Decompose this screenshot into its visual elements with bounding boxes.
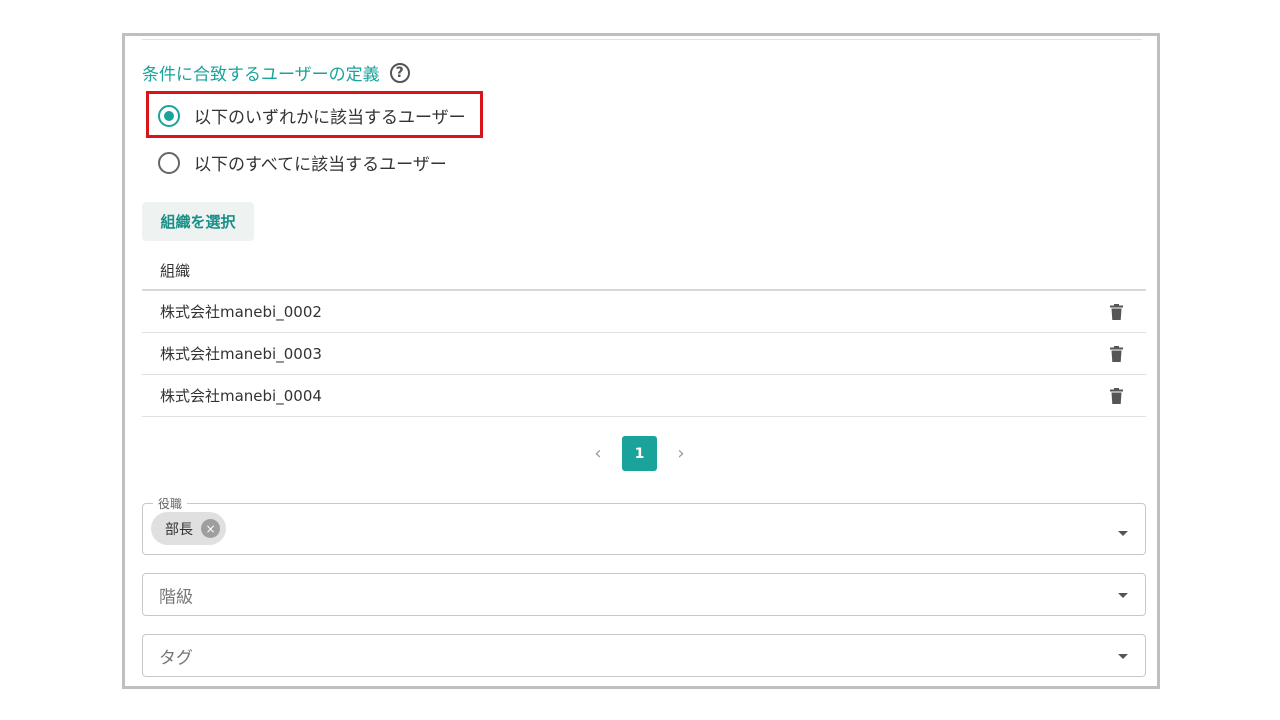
role-chip: 部長 × [151, 512, 226, 545]
table-row: 株式会社manebi_0004 [142, 375, 1146, 417]
radio-option-all-label: 以下のすべてに該当するユーザー [194, 155, 447, 175]
radio-button-unchecked-icon[interactable] [158, 151, 180, 174]
radio-option-any[interactable]: 以下のいずれかに該当するユーザー [158, 103, 466, 128]
tag-select-placeholder: タグ [159, 648, 193, 668]
tag-select[interactable]: タグ [142, 634, 1146, 677]
section-header: 条件に合致するユーザーの定義 ? [142, 60, 410, 85]
table-row: 株式会社manebi_0002 [142, 291, 1146, 333]
top-divider [142, 39, 1142, 40]
page-1-button[interactable]: 1 [622, 436, 657, 471]
radio-option-any-label: 以下のいずれかに該当するユーザー [194, 108, 466, 128]
role-select[interactable]: 役職 部長 × [142, 495, 1146, 555]
dropdown-caret-icon[interactable] [1118, 592, 1128, 598]
select-org-button[interactable]: 組織を選択 [142, 202, 254, 241]
role-select-label: 役職 [153, 495, 188, 512]
radio-button-checked-icon[interactable] [158, 104, 180, 127]
org-table: 組織 株式会社manebi_0002 株式会社manebi_0003 株式会社m… [142, 251, 1146, 417]
trash-icon[interactable] [1108, 303, 1124, 321]
org-table-header: 組織 [142, 251, 1146, 291]
chevron-right-icon[interactable]: › [671, 436, 691, 471]
org-column-header: 組織 [160, 261, 191, 280]
role-chip-label: 部長 [165, 521, 193, 538]
org-name: 株式会社manebi_0003 [160, 345, 322, 363]
section-title: 条件に合致するユーザーの定義 [142, 65, 380, 85]
dropdown-caret-icon[interactable] [1118, 531, 1128, 536]
trash-icon[interactable] [1108, 345, 1124, 363]
chevron-left-icon[interactable]: ‹ [588, 436, 608, 471]
radio-option-all[interactable]: 以下のすべてに該当するユーザー [158, 150, 447, 175]
trash-icon[interactable] [1108, 387, 1124, 405]
help-icon[interactable]: ? [389, 62, 410, 83]
dropdown-caret-icon[interactable] [1118, 653, 1128, 659]
condition-panel: 条件に合致するユーザーの定義 ? 以下のいずれかに該当するユーザー 以下のすべて… [122, 33, 1160, 689]
org-name: 株式会社manebi_0002 [160, 303, 322, 321]
grade-select[interactable]: 階級 [142, 573, 1146, 616]
org-name: 株式会社manebi_0004 [160, 387, 322, 405]
chip-remove-icon[interactable]: × [201, 519, 220, 538]
pagination: ‹ 1 › [588, 436, 691, 471]
grade-select-placeholder: 階級 [159, 587, 193, 607]
table-row: 株式会社manebi_0003 [142, 333, 1146, 375]
